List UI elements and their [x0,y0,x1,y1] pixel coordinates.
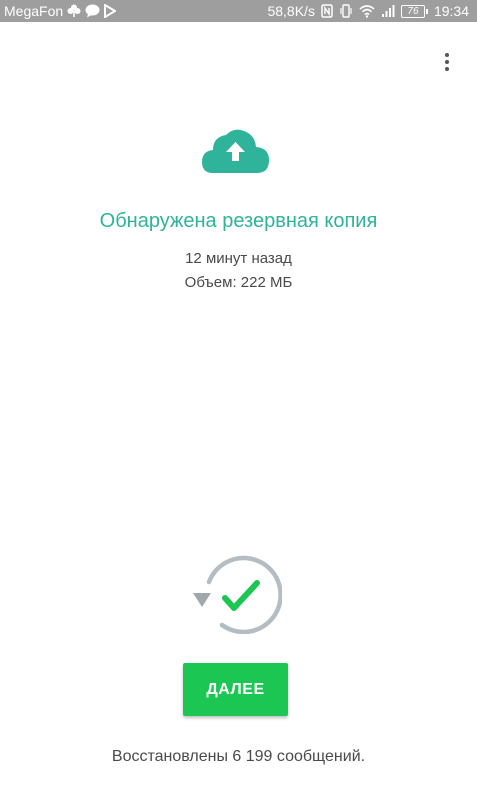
battery-level: 76 [400,4,425,18]
restored-messages-status: Восстановлены 6 199 сообщений. [111,748,366,765]
more-vert-icon[interactable] [436,48,458,76]
restore-check-icon [190,552,283,639]
signal-strength-icon [381,4,395,18]
backup-time-ago: 12 минут назад [185,250,292,267]
status-bar: MegaFon 58,8K/s 76 19:34 [0,0,477,22]
nfc-icon [321,4,333,18]
battery-icon: 76 [400,4,428,18]
clock: 19:34 [433,3,469,19]
network-speed: 58,8K/s [267,3,315,19]
vibrate-icon [339,4,353,18]
chat-bubble-icon [85,4,100,18]
backup-found-title: Обнаружена резервная копия [99,210,378,232]
carrier-name: MegaFon [4,3,64,19]
next-button[interactable]: ДАЛЕЕ [183,663,288,716]
status-left: MegaFon [4,3,117,19]
backup-size: Объем: 222 МБ [184,274,293,291]
wifi-icon [359,4,375,18]
clover-notification-icon [67,4,81,18]
status-right: 58,8K/s 76 19:34 [267,3,469,19]
play-store-notification-icon [104,4,117,18]
cloud-upload-icon [201,127,271,180]
